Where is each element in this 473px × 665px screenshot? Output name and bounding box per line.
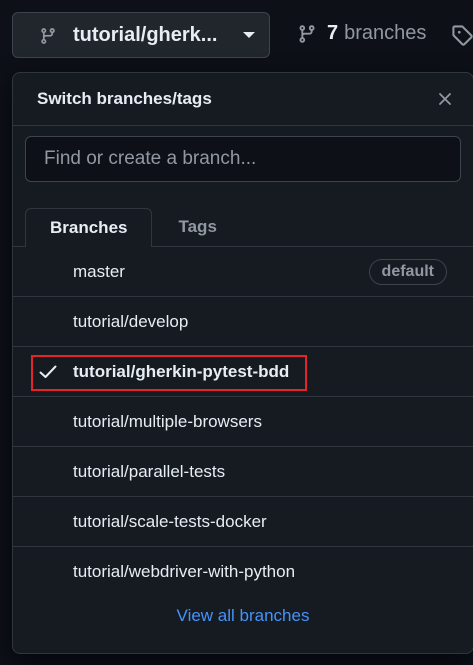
branch-dropdown: Switch branches/tags Branches Tags maste… bbox=[12, 72, 473, 654]
branch-name: tutorial/develop bbox=[73, 311, 189, 331]
dropdown-header: Switch branches/tags bbox=[13, 73, 473, 126]
view-all-branches-link[interactable]: View all branches bbox=[177, 606, 310, 626]
default-badge: default bbox=[368, 258, 447, 285]
branch-name: tutorial/parallel-tests bbox=[73, 461, 226, 481]
branches-count-link[interactable]: 7 branches bbox=[297, 22, 426, 45]
branch-name: tutorial/scale-tests-docker bbox=[73, 511, 267, 531]
git-branch-icon bbox=[297, 23, 317, 45]
filter-container bbox=[13, 126, 473, 194]
branch-name: tutorial/multiple-browsers bbox=[73, 411, 262, 431]
tag-icon[interactable] bbox=[451, 24, 473, 46]
caret-down-icon bbox=[243, 32, 255, 38]
branch-item-parallel-tests[interactable]: tutorial/parallel-tests bbox=[13, 447, 473, 497]
branches-label: branches bbox=[344, 22, 427, 44]
tab-bar: Branches Tags bbox=[13, 208, 473, 247]
branch-select-button[interactable]: tutorial/gherk... bbox=[12, 12, 270, 58]
branch-item-multiple-browsers[interactable]: tutorial/multiple-browsers bbox=[13, 397, 473, 447]
branch-filter-input[interactable] bbox=[25, 136, 461, 182]
branch-name: tutorial/webdriver-with-python bbox=[73, 561, 296, 581]
branch-item-scale-tests-docker[interactable]: tutorial/scale-tests-docker bbox=[13, 497, 473, 547]
dropdown-title: Switch branches/tags bbox=[37, 89, 212, 108]
branch-item-master[interactable]: master default bbox=[13, 247, 473, 297]
close-icon[interactable] bbox=[435, 89, 455, 109]
git-branch-icon bbox=[39, 26, 57, 44]
branch-name: tutorial/gherkin-pytest-bdd bbox=[73, 361, 290, 381]
tab-tags[interactable]: Tags bbox=[152, 208, 240, 246]
tab-branches[interactable]: Branches bbox=[25, 208, 153, 247]
branch-name: master bbox=[73, 261, 125, 281]
dropdown-footer: View all branches bbox=[13, 596, 473, 636]
branch-item-develop[interactable]: tutorial/develop bbox=[13, 297, 473, 347]
current-branch-label: tutorial/gherk... bbox=[73, 23, 218, 46]
branch-item-webdriver-with-python[interactable]: tutorial/webdriver-with-python bbox=[13, 547, 473, 596]
branch-count: 7 bbox=[327, 22, 339, 44]
branch-item-gherkin-pytest-bdd[interactable]: tutorial/gherkin-pytest-bdd bbox=[13, 347, 473, 397]
check-icon bbox=[13, 365, 73, 379]
branch-list: master default tutorial/develop tutorial… bbox=[13, 247, 473, 596]
